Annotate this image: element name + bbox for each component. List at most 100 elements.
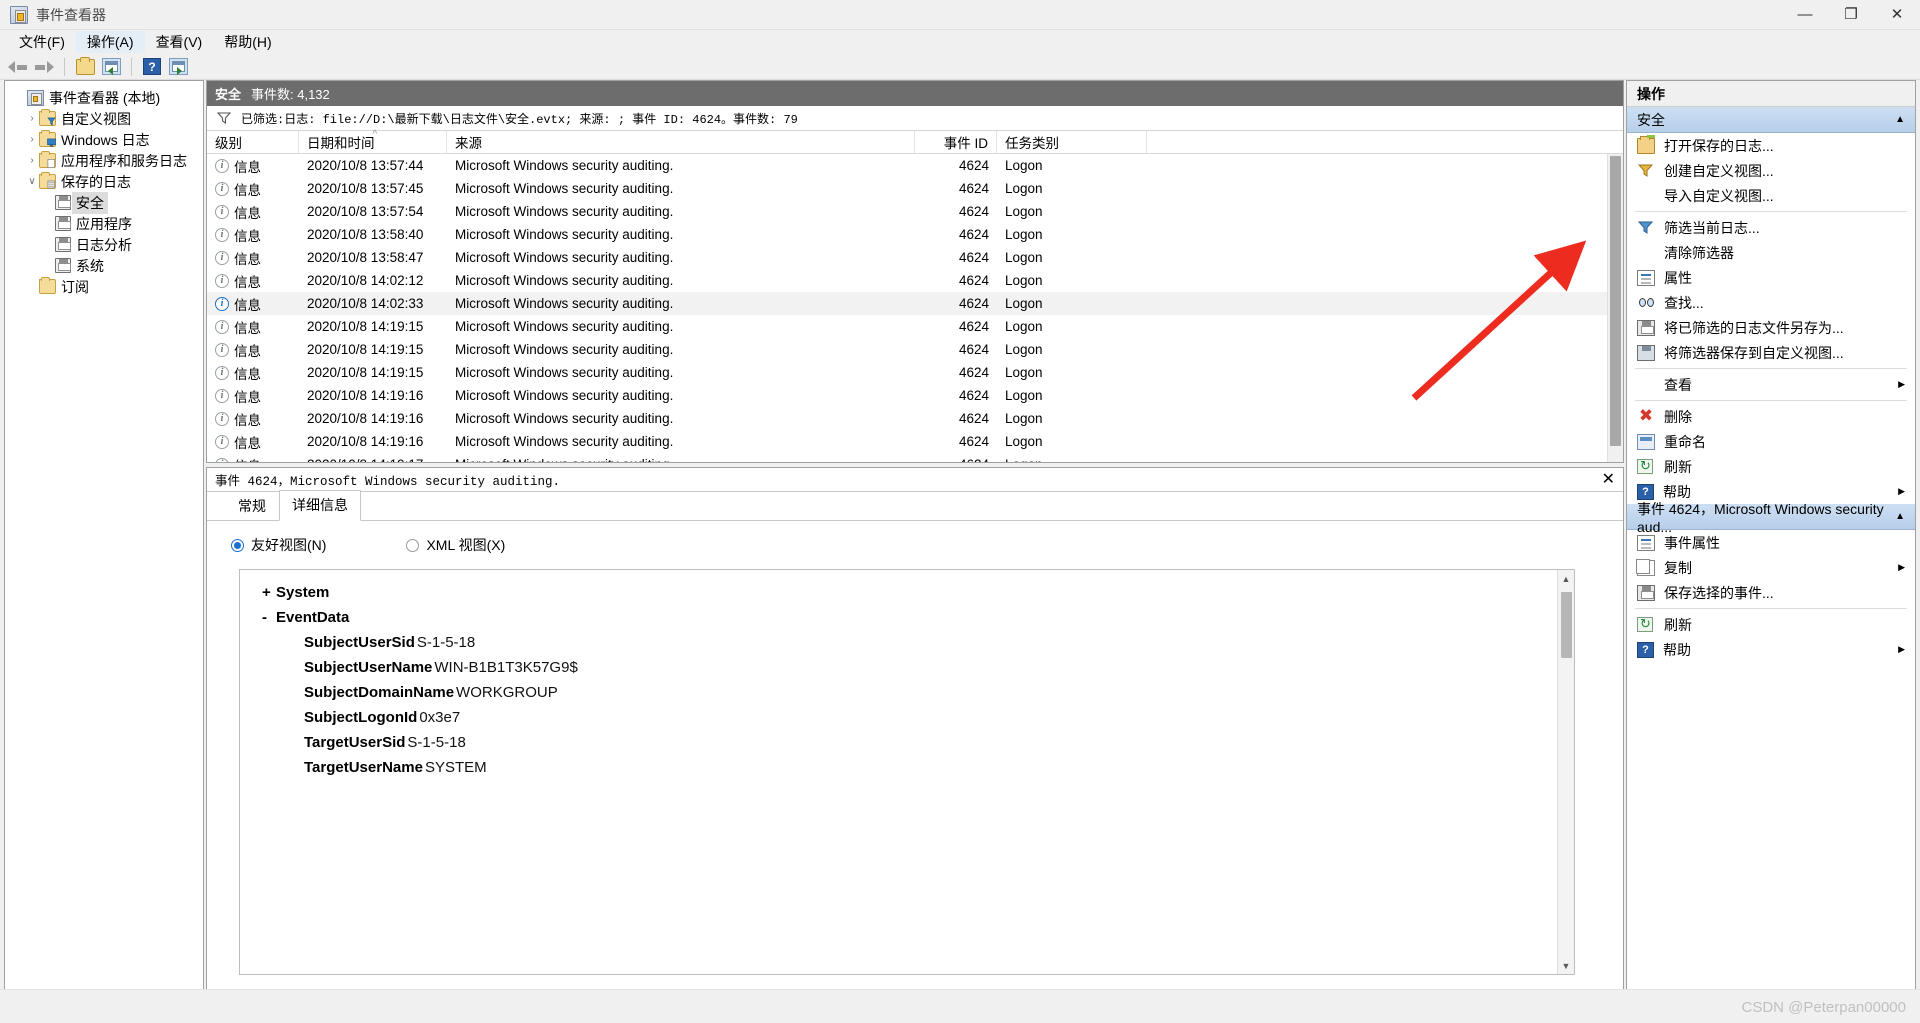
chevron-right-icon[interactable]: › xyxy=(25,112,39,126)
actions-group-header[interactable]: 事件 4624，Microsoft Windows security aud..… xyxy=(1627,501,1915,535)
view-mode-radio-group: 友好视图(N) XML 视图(X) xyxy=(207,521,1623,569)
cell-event-id: 4624 xyxy=(958,365,989,381)
action-item[interactable]: ? 帮助 ▶ xyxy=(1627,637,1915,662)
event-list-scroll-thumb[interactable] xyxy=(1610,156,1621,447)
table-row[interactable]: i 信息 2020/10/8 14:02:33 Microsoft Windows s… xyxy=(207,292,1623,316)
open-saved-log-button[interactable] xyxy=(73,56,97,78)
sidebar-item-custom-views[interactable]: › 自定义视图 xyxy=(11,108,203,129)
action-item[interactable]: ✖ 删除 xyxy=(1627,404,1915,429)
radio-xml-view[interactable]: XML 视图(X) xyxy=(406,535,505,555)
close-button[interactable]: ✕ xyxy=(1874,0,1920,30)
maximize-button[interactable]: ❐ xyxy=(1828,0,1874,30)
table-row[interactable]: i 信息 2020/10/8 13:58:47 Microsoft Windows s… xyxy=(207,246,1623,269)
sidebar-item-saved-logs[interactable]: ∨ 保存的日志 xyxy=(11,171,203,192)
event-viewer-window: 事件查看器 — ❐ ✕ 文件(F) 操作(A) 查看(V) 帮助(H) ? 事件… xyxy=(0,0,1920,1023)
chevron-up-icon[interactable]: ▲ xyxy=(1895,511,1905,522)
menu-help[interactable]: 帮助(H) xyxy=(213,31,282,53)
event-data-key: EventData xyxy=(276,609,350,626)
information-icon: i xyxy=(215,365,229,380)
action-item[interactable]: 将筛选器保存到自定义视图... xyxy=(1627,340,1915,365)
submenu-arrow-icon[interactable]: ▶ xyxy=(1898,644,1905,655)
menu-file[interactable]: 文件(F) xyxy=(8,31,76,53)
event-viewer-icon xyxy=(27,89,44,106)
action-item[interactable]: 清除筛选器 xyxy=(1627,240,1915,265)
collapse-icon[interactable]: - xyxy=(262,609,276,626)
action-item[interactable]: 刷新 xyxy=(1627,612,1915,637)
action-item[interactable]: 打开保存的日志... xyxy=(1627,133,1915,158)
menu-view[interactable]: 查看(V) xyxy=(145,31,214,53)
table-row[interactable]: i 信息 2020/10/8 13:58:40 Microsoft Windows s… xyxy=(207,223,1623,246)
tab-details[interactable]: 详细信息 xyxy=(279,490,361,521)
table-row[interactable]: i 信息 2020/10/8 14:19:16 Microsoft Windows s… xyxy=(207,384,1623,407)
expand-icon[interactable]: + xyxy=(262,584,276,601)
table-row[interactable]: i 信息 2020/10/8 14:19:16 Microsoft Windows s… xyxy=(207,407,1623,430)
chevron-up-icon[interactable]: ▲ xyxy=(1895,114,1905,125)
cell-task-category: Logon xyxy=(1005,434,1043,450)
detail-scroll-thumb[interactable] xyxy=(1561,592,1572,658)
actions-group-header[interactable]: 安全 ▲ xyxy=(1627,107,1915,133)
sidebar-item-subscriptions[interactable]: 订阅 xyxy=(11,276,203,297)
menu-action[interactable]: 操作(A) xyxy=(75,31,145,53)
minimize-button[interactable]: — xyxy=(1782,0,1828,30)
action-item[interactable]: 查找... xyxy=(1627,290,1915,315)
close-detail-icon[interactable]: ✕ xyxy=(1602,471,1615,488)
action-item[interactable]: 事件属性 xyxy=(1627,530,1915,555)
cell-level: i 信息 xyxy=(207,156,299,176)
scroll-up-icon[interactable]: ▲ xyxy=(1558,570,1574,587)
column-header-task-category[interactable]: 任务类别 xyxy=(997,131,1147,154)
sidebar-item-app-services-logs[interactable]: › 应用程序和服务日志 xyxy=(11,150,203,171)
column-header-event-id[interactable]: 事件 ID xyxy=(915,131,997,154)
action-item[interactable]: 查看 ▶ xyxy=(1627,372,1915,397)
tab-general[interactable]: 常规 xyxy=(225,491,279,521)
show-hide-action-pane-button[interactable] xyxy=(166,56,190,78)
submenu-arrow-icon[interactable]: ▶ xyxy=(1898,486,1905,497)
table-row[interactable]: i 信息 2020/10/8 14:19:16 Microsoft Windows s… xyxy=(207,430,1623,453)
action-item[interactable]: 筛选当前日志... xyxy=(1627,215,1915,240)
event-data-row[interactable]: + System xyxy=(262,584,1574,609)
column-header-level[interactable]: 级别 xyxy=(207,131,299,154)
table-row[interactable]: i 信息 2020/10/8 13:57:54 Microsoft Windows s… xyxy=(207,200,1623,223)
column-header-source[interactable]: 来源 xyxy=(447,131,915,154)
table-row[interactable]: i 信息 2020/10/8 14:19:15 Microsoft Windows s… xyxy=(207,315,1623,338)
table-row[interactable]: i 信息 2020/10/8 13:57:44 Microsoft Windows s… xyxy=(207,154,1623,177)
event-list-scrollbar[interactable] xyxy=(1607,154,1623,462)
chevron-right-icon[interactable]: › xyxy=(25,133,39,147)
table-row[interactable]: i 信息 2020/10/8 14:19:15 Microsoft Windows s… xyxy=(207,361,1623,384)
table-row[interactable]: i 信息 2020/10/8 14:02:12 Microsoft Windows s… xyxy=(207,269,1623,292)
show-hide-tree-button[interactable] xyxy=(99,56,123,78)
submenu-arrow-icon[interactable]: ▶ xyxy=(1898,379,1905,390)
scroll-down-icon[interactable]: ▼ xyxy=(1558,957,1574,974)
action-item[interactable]: 将已筛选的日志文件另存为... xyxy=(1627,315,1915,340)
chevron-right-icon[interactable]: › xyxy=(25,154,39,168)
cell-level-label: 信息 xyxy=(234,343,261,359)
sidebar-item-application-log[interactable]: 应用程序 xyxy=(11,213,203,234)
radio-friendly-view[interactable]: 友好视图(N) xyxy=(231,535,326,555)
help-button[interactable]: ? xyxy=(140,56,164,78)
back-button[interactable] xyxy=(6,56,30,78)
action-item[interactable]: 复制 ▶ xyxy=(1627,555,1915,580)
action-item[interactable]: 属性 xyxy=(1627,265,1915,290)
rename-icon xyxy=(1637,433,1655,450)
table-row[interactable]: i 信息 2020/10/8 14:19:17Microsoft Windows s… xyxy=(207,453,1623,462)
toolbar-separator-2 xyxy=(131,57,132,76)
sidebar-item-system-log[interactable]: 系统 xyxy=(11,255,203,276)
action-item[interactable]: ? 帮助 ▶ xyxy=(1627,479,1915,504)
sidebar-item-windows-logs[interactable]: › Windows 日志 xyxy=(11,129,203,150)
action-item[interactable]: 重命名 xyxy=(1627,429,1915,454)
action-item[interactable]: 创建自定义视图... xyxy=(1627,158,1915,183)
tree-root-event-viewer[interactable]: 事件查看器 (本地) xyxy=(11,87,203,108)
table-row[interactable]: i 信息 2020/10/8 13:57:45 Microsoft Windows s… xyxy=(207,177,1623,200)
action-item[interactable]: 导入自定义视图... xyxy=(1627,183,1915,208)
forward-button[interactable] xyxy=(32,56,56,78)
table-row[interactable]: i 信息 2020/10/8 14:19:15 Microsoft Windows s… xyxy=(207,338,1623,361)
sidebar-item-security-log[interactable]: 安全 xyxy=(11,191,203,214)
active-filter-bar[interactable]: 已筛选:日志: file://D:\最新下载\日志文件\安全.evtx; 来源:… xyxy=(207,106,1623,132)
event-data-row[interactable]: - EventData xyxy=(262,609,1574,634)
column-header-datetime[interactable]: ^ 日期和时间 xyxy=(299,129,447,154)
action-item[interactable]: 刷新 xyxy=(1627,454,1915,479)
chevron-down-icon[interactable]: ∨ xyxy=(25,175,39,189)
action-item[interactable]: 保存选择的事件... xyxy=(1627,580,1915,605)
detail-scrollbar[interactable]: ▲ ▼ xyxy=(1557,570,1574,974)
sidebar-item-log-analysis[interactable]: 日志分析 xyxy=(11,234,203,255)
submenu-arrow-icon[interactable]: ▶ xyxy=(1898,562,1905,573)
